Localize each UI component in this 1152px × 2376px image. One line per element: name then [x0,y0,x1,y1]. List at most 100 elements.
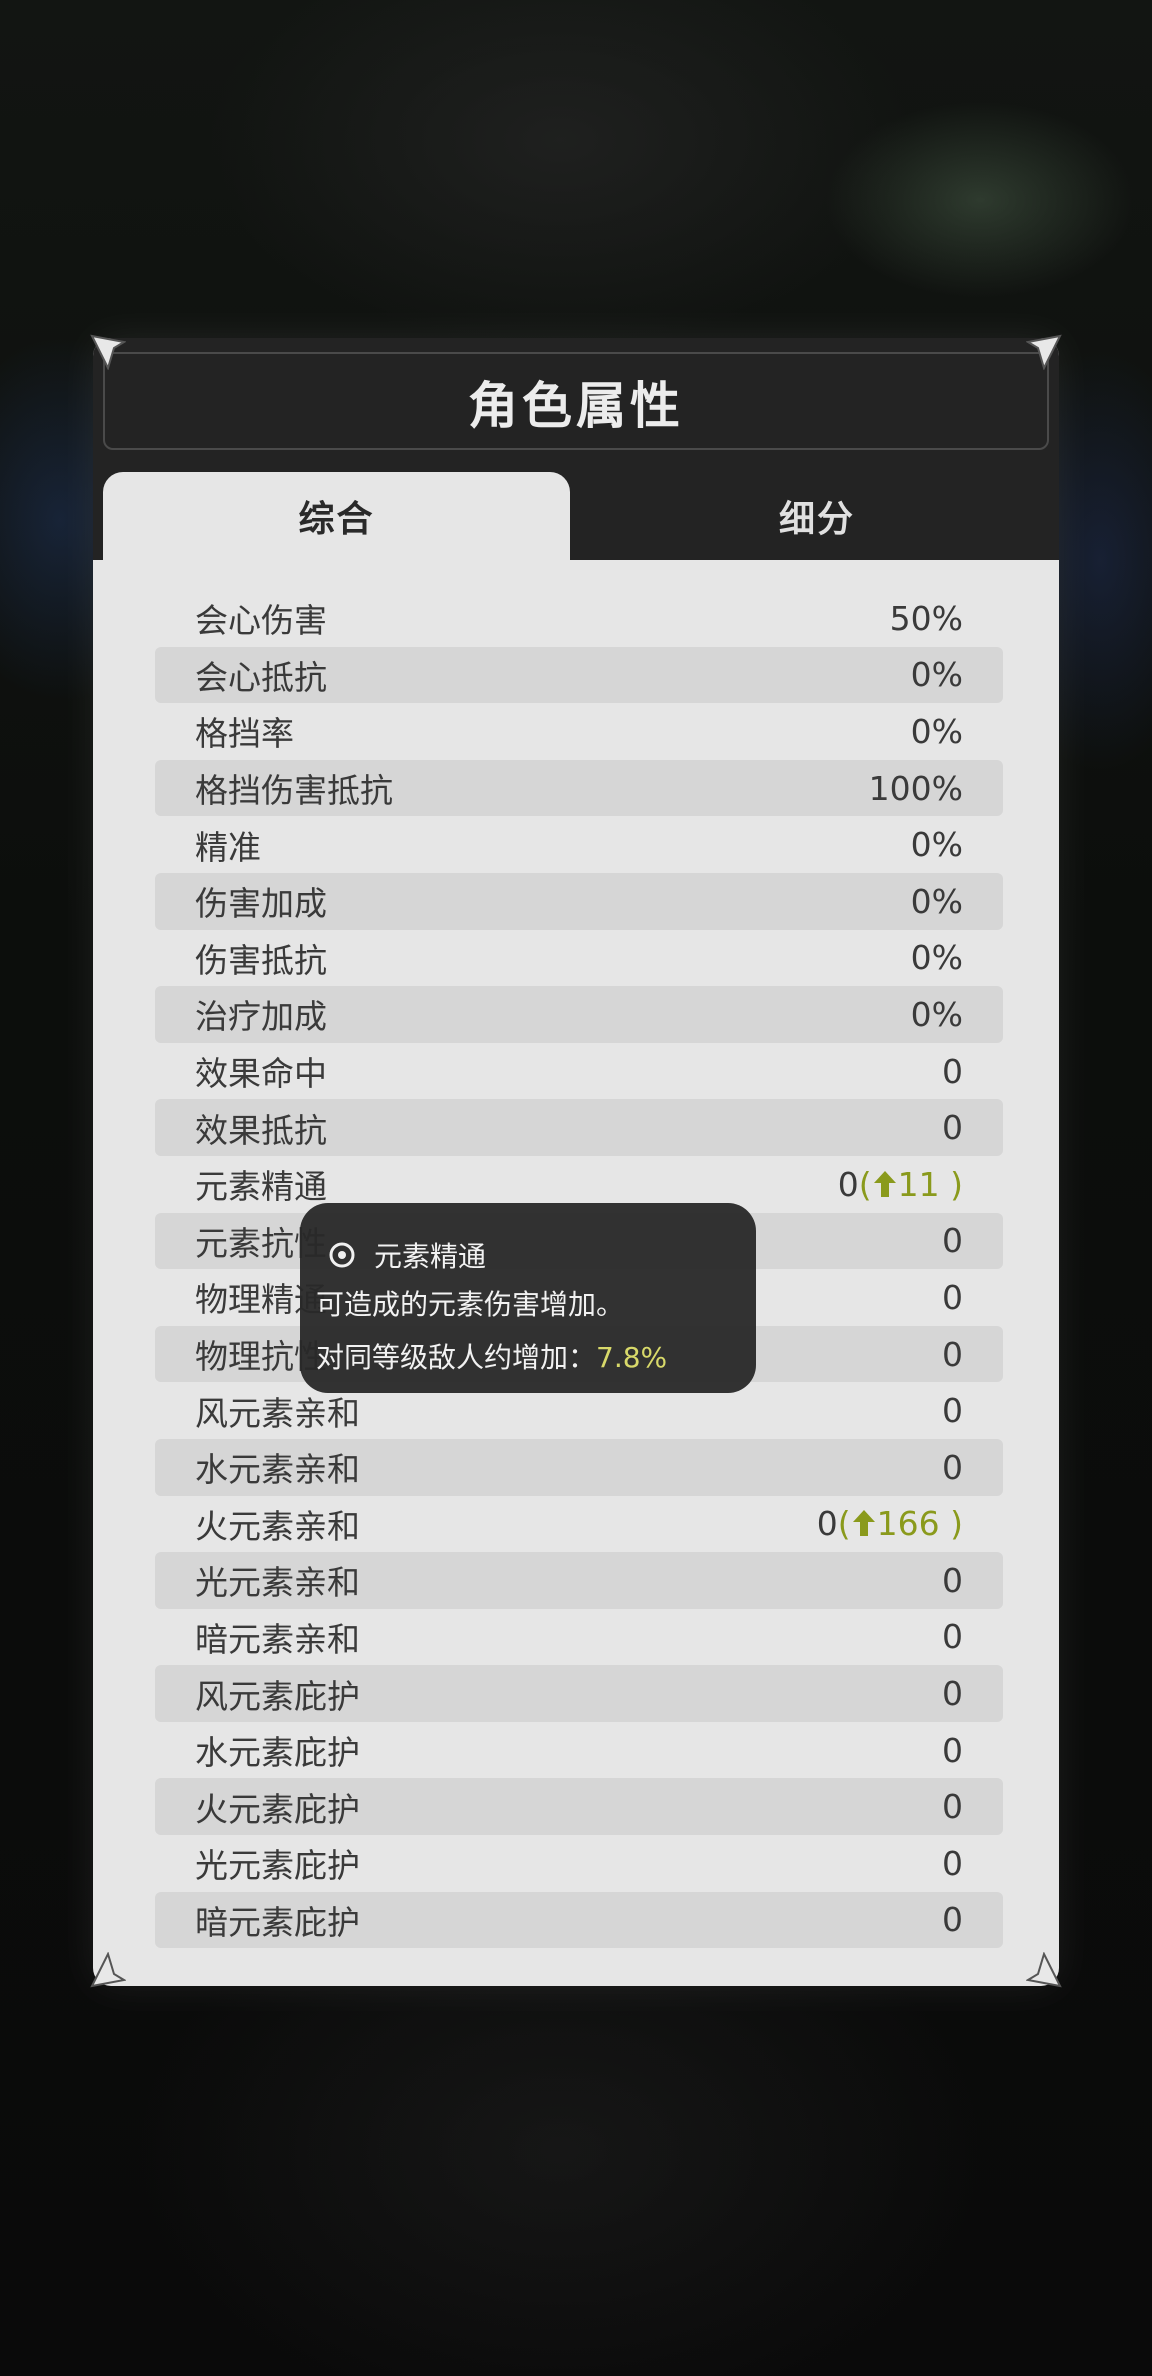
corner-ornament-icon [1026,1952,1062,1988]
stat-label: 光元素亲和 [195,1563,360,1603]
stat-label: 效果命中 [195,1054,327,1094]
tab-general[interactable]: 综合 [103,472,570,560]
stat-row[interactable]: 火元素庇护 0 [155,1778,1003,1836]
stat-row[interactable]: 会心伤害 50% [155,590,1003,647]
stat-value-number: 0% [910,994,963,1034]
stat-value: 100% [869,769,963,808]
stat-value-number: 0% [910,938,963,978]
tooltip-description: 可造成的元素伤害增加。 [316,1288,625,1321]
stat-value: 0 [942,1335,963,1374]
stat-value: 0 [942,1221,963,1260]
stat-value-number: 0 [816,1504,838,1544]
stat-value: 0 [942,1617,963,1656]
tooltip-title: 元素精通 [374,1240,487,1273]
stat-value: 0% [911,825,963,864]
corner-ornament-icon [90,1952,126,1988]
tooltip-effect-line: 对同等级敌人约增加：7.8% [316,1336,667,1376]
tab-detailed[interactable]: 细分 [585,472,1049,560]
tooltip-effect-value: 7.8% [596,1341,668,1374]
character-attributes-panel: 角色属性 综合 细分 会心伤害 50% 会心抵抗 0% 格挡率 0% 格挡伤害抵抗 100% 精… [93,338,1059,1986]
stat-value-number: 0 [942,1674,963,1714]
stat-value: 0 [942,1391,963,1430]
stat-value-number: 0 [942,1334,963,1374]
stat-row[interactable]: 伤害抵抗 0% [155,930,1003,987]
stat-label: 格挡率 [195,714,294,754]
stat-value-number: 0 [942,1730,963,1770]
stat-value: 0% [911,995,963,1034]
stat-row[interactable]: 暗元素庇护 0 [155,1891,1003,1949]
stat-label: 治疗加成 [195,997,327,1037]
stat-value: 0 [942,1108,963,1147]
stat-value-number: 0 [942,1447,963,1487]
stat-bonus: (11 ) [858,1164,963,1204]
stat-label: 火元素庇护 [195,1789,360,1829]
stat-label: 火元素亲和 [195,1506,360,1546]
stat-bonus-number: 166 [876,1504,940,1544]
stat-bonus-number: 11 [897,1164,940,1204]
stat-row[interactable]: 格挡率 0% [155,703,1003,760]
stat-row[interactable]: 光元素庇护 0 [155,1835,1003,1892]
stat-value-number: 100% [868,768,963,808]
stat-row[interactable]: 格挡伤害抵抗 100% [155,759,1003,817]
increase-arrow-icon [852,1510,875,1537]
stat-label: 格挡伤害抵抗 [195,771,393,811]
stat-value-number: 0% [910,881,963,921]
stat-row[interactable]: 效果命中 0 [155,1043,1003,1100]
stat-value-number: 0% [910,825,963,865]
stat-value: 0% [911,712,963,751]
stat-value-number: 0 [942,1277,963,1317]
stat-value-number: 0 [942,1843,963,1883]
stat-row[interactable]: 水元素亲和 0 [155,1438,1003,1496]
increase-arrow-icon [873,1170,896,1197]
stat-value: 50% [890,599,963,638]
stat-label: 效果抵抗 [195,1110,327,1150]
stat-label: 会心抵抗 [195,657,327,697]
stat-row[interactable]: 暗元素亲和 0 [155,1609,1003,1666]
stat-row[interactable]: 会心抵抗 0% [155,646,1003,704]
stat-value: 0(166 ) [817,1504,963,1543]
stat-label: 暗元素亲和 [195,1619,360,1659]
stat-value: 0 [942,1674,963,1713]
stat-value-number: 0 [942,1787,963,1827]
stat-label: 暗元素庇护 [195,1902,360,1942]
stat-value: 0 [942,1787,963,1826]
stat-value: 0% [911,882,963,921]
tooltip-effect-label: 对同等级敌人约增加： [316,1341,597,1374]
stat-label: 精准 [195,827,261,867]
stat-row[interactable]: 水元素庇护 0 [155,1722,1003,1779]
stat-value: 0(11 ) [838,1165,963,1204]
stat-value-number: 0 [942,1900,963,1940]
stat-label: 伤害抵抗 [195,940,327,980]
stat-value: 0 [942,1731,963,1770]
stat-row[interactable]: 光元素亲和 0 [155,1552,1003,1609]
stat-label: 风元素庇护 [195,1676,360,1716]
stat-label: 伤害加成 [195,884,327,924]
stat-value: 0 [942,1561,963,1600]
stat-value-number: 0 [942,1617,963,1657]
stat-row[interactable]: 效果抵抗 0 [155,1099,1003,1156]
stat-value: 0 [942,1052,963,1091]
corner-ornament-icon [90,334,126,370]
stat-row[interactable]: 火元素亲和 0(166 ) [155,1496,1003,1553]
stat-value-number: 0 [837,1164,859,1204]
page-title: 角色属性 [468,377,684,435]
stat-value-number: 0 [942,1108,963,1148]
stat-value: 0% [911,655,963,694]
stat-bonus: (166 ) [837,1504,963,1544]
stat-value-number: 0 [942,1051,963,1091]
stat-value-number: 0% [910,711,963,751]
stat-row[interactable]: 伤害加成 0% [155,872,1003,930]
stat-value-number: 0 [942,1391,963,1431]
stat-row[interactable]: 治疗加成 0% [155,986,1003,1043]
stat-value: 0 [942,1278,963,1317]
stat-value-number: 0 [942,1221,963,1261]
stat-row[interactable]: 风元素庇护 0 [155,1665,1003,1722]
stat-label: 会心伤害 [195,601,327,641]
stat-row[interactable]: 精准 0% [155,816,1003,873]
stat-tooltip: 元素精通 可造成的元素伤害增加。 对同等级敌人约增加：7.8% [300,1203,756,1393]
stat-value: 0 [942,1900,963,1939]
stat-value-number: 50% [889,598,963,638]
stat-label: 水元素庇护 [195,1733,360,1773]
stat-value: 0 [942,1448,963,1487]
corner-ornament-icon [1026,334,1062,370]
